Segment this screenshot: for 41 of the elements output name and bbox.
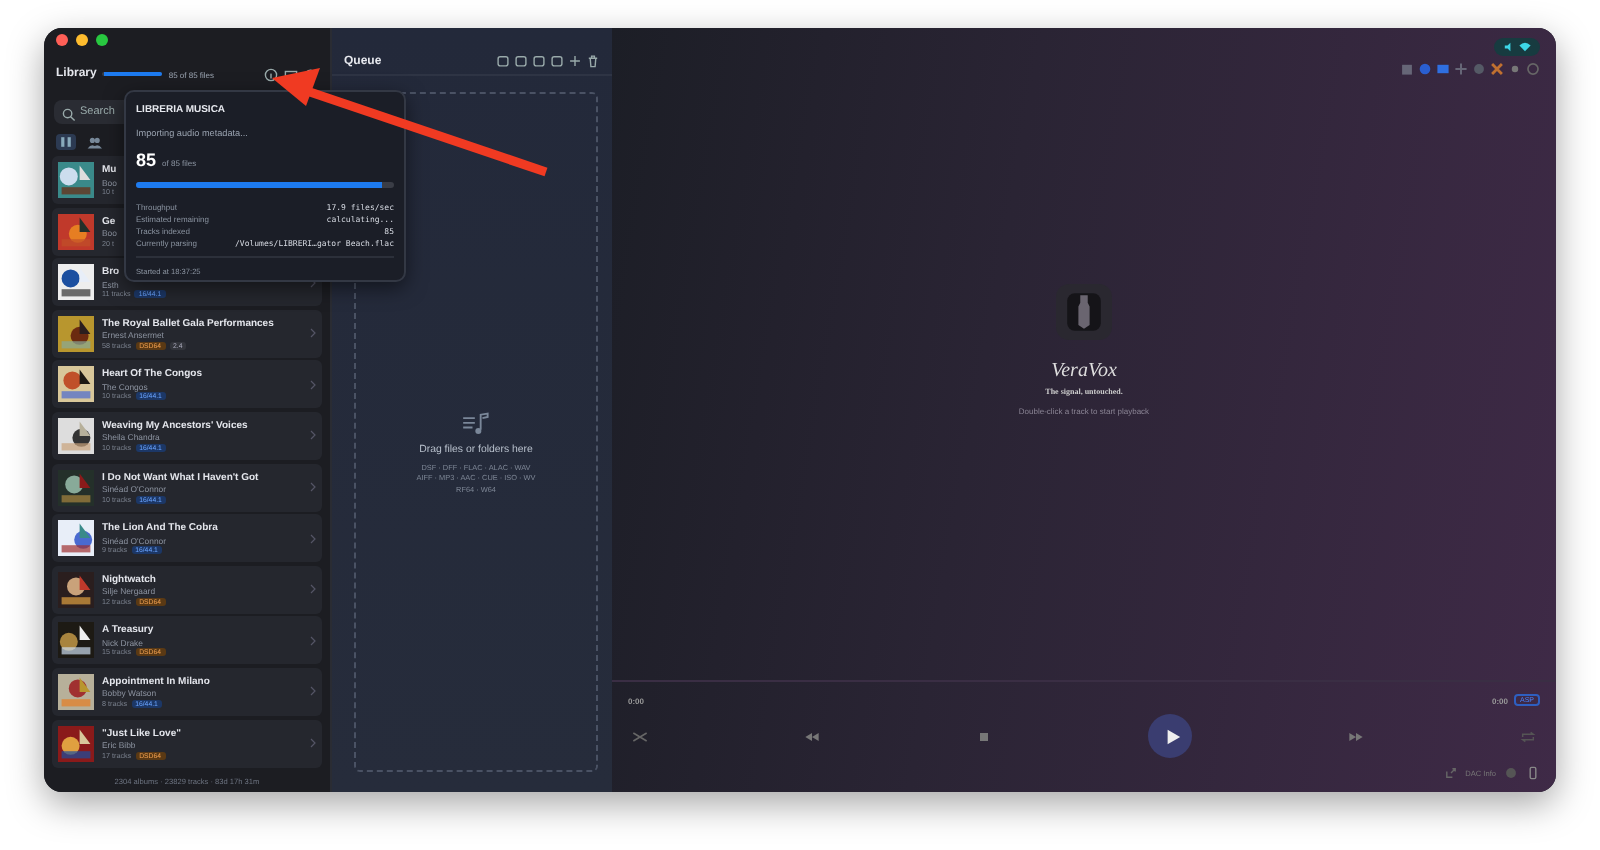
- wifi-icon: [1518, 40, 1532, 54]
- app-name: VeraVox: [1051, 360, 1117, 382]
- app-logo-icon: [1056, 284, 1112, 340]
- play-button[interactable]: [1148, 714, 1192, 758]
- stop-icon[interactable]: [976, 729, 992, 743]
- play-icon: [1163, 727, 1181, 745]
- people-icon[interactable]: [84, 134, 104, 150]
- chevron-icon: [310, 635, 316, 646]
- info-icon[interactable]: [264, 67, 278, 81]
- chevron-icon: [310, 738, 316, 749]
- chevron-icon: [310, 379, 316, 390]
- external-link-icon[interactable]: [1443, 766, 1458, 780]
- circle-icon[interactable]: [1418, 62, 1432, 76]
- status-pill[interactable]: [1494, 38, 1540, 56]
- rewind-icon[interactable]: [804, 729, 820, 743]
- close-button[interactable]: [56, 34, 68, 46]
- chevron-icon: [310, 584, 316, 595]
- chevron-icon: [310, 328, 316, 339]
- imported-count: 85: [136, 150, 157, 170]
- speaker-icon: [1502, 40, 1516, 54]
- calendar-icon[interactable]: [1400, 62, 1414, 76]
- chevron-icon: [310, 482, 316, 493]
- folder-icon[interactable]: [284, 67, 298, 81]
- crosshair-icon[interactable]: [1454, 62, 1468, 76]
- chevron-icon: [310, 533, 316, 544]
- music-list-icon: [462, 411, 490, 435]
- shuffle-icon[interactable]: [632, 729, 648, 743]
- add-icon[interactable]: [568, 54, 582, 68]
- chevron-icon: [310, 430, 316, 441]
- grid-view-icon[interactable]: [56, 134, 76, 150]
- dot-icon[interactable]: [1508, 62, 1522, 76]
- zoom-button[interactable]: [96, 34, 108, 46]
- screen-icon[interactable]: [1436, 62, 1450, 76]
- minimize-button[interactable]: [76, 34, 88, 46]
- cross-icon[interactable]: [1490, 62, 1504, 76]
- help-icon[interactable]: [1526, 62, 1540, 76]
- fast-forward-icon[interactable]: [1348, 729, 1364, 743]
- chevron-icon: [310, 686, 316, 697]
- trash-icon[interactable]: [586, 54, 600, 68]
- remote-icon[interactable]: [1526, 766, 1540, 780]
- search-icon: [62, 107, 76, 121]
